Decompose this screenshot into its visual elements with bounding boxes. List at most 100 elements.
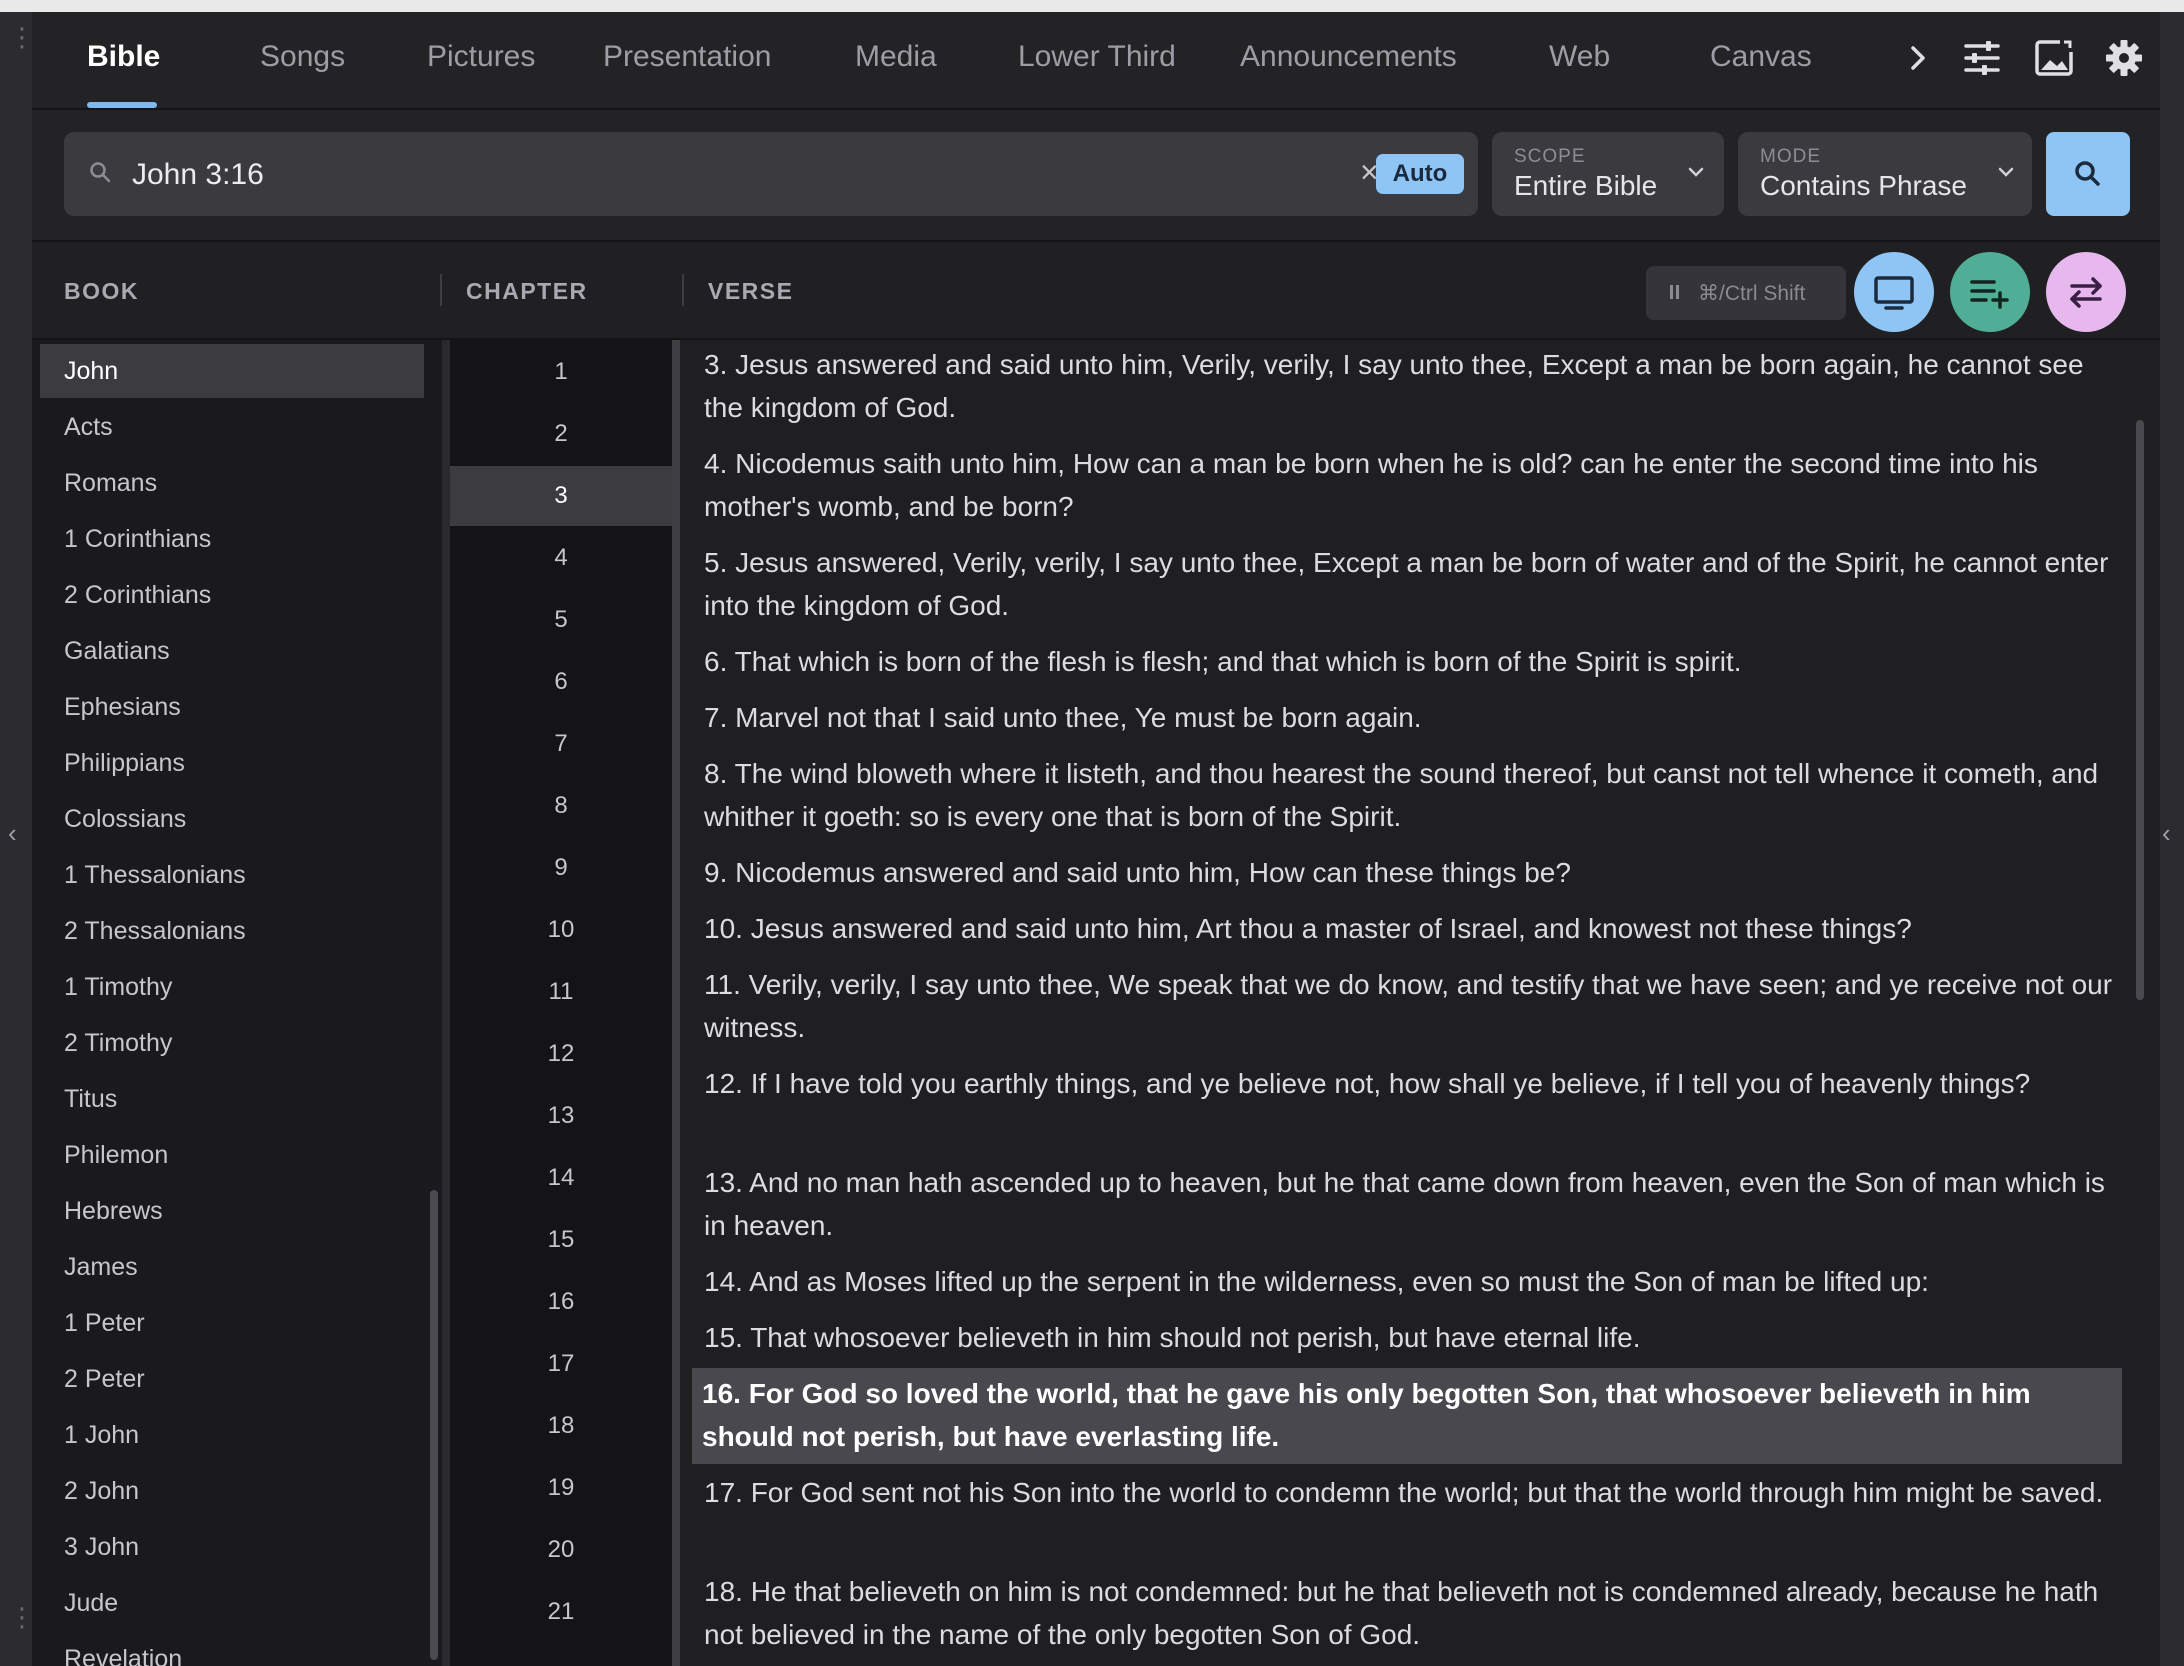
verse-item[interactable]: 6. That which is born of the flesh is fl…: [704, 640, 2124, 683]
chapter-item[interactable]: 1: [450, 342, 672, 402]
tab-presentation[interactable]: Presentation: [603, 40, 771, 74]
book-item[interactable]: Philippians: [40, 736, 424, 790]
chevron-left-icon[interactable]: ‹: [8, 818, 17, 849]
verse-item[interactable]: 5. Jesus answered, Verily, verily, I say…: [704, 541, 2124, 627]
chapter-item[interactable]: 13: [450, 1086, 672, 1146]
book-item[interactable]: 1 Corinthians: [40, 512, 424, 566]
chapter-item[interactable]: 15: [450, 1210, 672, 1270]
verse-list-scrollbar[interactable]: [2136, 420, 2144, 1000]
tab-canvas[interactable]: Canvas: [1710, 40, 1812, 74]
left-collapse-rail[interactable]: ⋮ ‹ ⋮: [0, 12, 35, 1666]
chevron-right-icon[interactable]: [1894, 34, 1942, 82]
sliders-icon[interactable]: [1958, 34, 2006, 82]
verse-item[interactable]: 15. That whosoever believeth in him shou…: [704, 1316, 2124, 1359]
chapter-list-scrollbar[interactable]: [672, 340, 680, 1666]
book-chapter-divider: [442, 340, 450, 1666]
verse-item[interactable]: 7. Marvel not that I said unto thee, Ye …: [704, 696, 2124, 739]
search-button[interactable]: [2046, 132, 2130, 216]
verse-item[interactable]: 11. Verily, verily, I say unto thee, We …: [704, 963, 2124, 1049]
chapter-item[interactable]: 2: [450, 404, 672, 464]
chevron-down-icon: [1688, 167, 1704, 177]
book-item[interactable]: 2 Peter: [40, 1352, 424, 1406]
chapter-item[interactable]: 9: [450, 838, 672, 898]
chapter-item[interactable]: 14: [450, 1148, 672, 1208]
chapter-item[interactable]: 8: [450, 776, 672, 836]
verse-item[interactable]: 4. Nicodemus saith unto him, How can a m…: [704, 442, 2124, 528]
book-item[interactable]: John: [40, 344, 424, 398]
book-item[interactable]: 1 Thessalonians: [40, 848, 424, 902]
book-item[interactable]: 2 Timothy: [40, 1016, 424, 1070]
verse-item[interactable]: 17. For God sent not his Son into the wo…: [704, 1471, 2124, 1514]
book-item[interactable]: Jude: [40, 1576, 424, 1630]
chapter-item[interactable]: 3: [450, 466, 672, 526]
right-collapse-rail[interactable]: ‹: [2160, 12, 2184, 1666]
book-item[interactable]: 2 Corinthians: [40, 568, 424, 622]
chapter-item[interactable]: 12: [450, 1024, 672, 1084]
swap-translation-button[interactable]: [2046, 252, 2126, 332]
book-item[interactable]: 1 John: [40, 1408, 424, 1462]
add-to-playlist-button[interactable]: [1950, 252, 2030, 332]
book-item[interactable]: Philemon: [40, 1128, 424, 1182]
chapter-item[interactable]: 5: [450, 590, 672, 650]
book-item[interactable]: Romans: [40, 456, 424, 510]
chapter-item[interactable]: 20: [450, 1520, 672, 1580]
book-item[interactable]: Hebrews: [40, 1184, 424, 1238]
chapter-item[interactable]: 19: [450, 1458, 672, 1518]
chapter-list[interactable]: 1 2 3 4 5 6 7 8 9 10 11 12 13 14 15 16 17 18 19 20 21: [450, 340, 672, 1666]
book-item[interactable]: 2 John: [40, 1464, 424, 1518]
chapter-item[interactable]: 7: [450, 714, 672, 774]
scope-label: SCOPE: [1514, 146, 1586, 167]
tab-announcements[interactable]: Announcements: [1240, 40, 1457, 74]
search-icon: [2075, 161, 2100, 186]
book-item[interactable]: Titus: [40, 1072, 424, 1126]
book-item[interactable]: 1 Peter: [40, 1296, 424, 1350]
book-item[interactable]: 3 John: [40, 1520, 424, 1574]
chapter-item[interactable]: 10: [450, 900, 672, 960]
book-item[interactable]: 2 Thessalonians: [40, 904, 424, 958]
column-divider: [682, 274, 684, 306]
book-item[interactable]: Ephesians: [40, 680, 424, 734]
book-item[interactable]: Revelation: [40, 1632, 424, 1666]
verse-item[interactable]: 18. He that believeth on him is not cond…: [704, 1570, 2124, 1656]
book-item[interactable]: James: [40, 1240, 424, 1294]
verse-item[interactable]: 3. Jesus answered and said unto him, Ver…: [704, 343, 2124, 429]
tab-lower-third[interactable]: Lower Third: [1018, 40, 1176, 74]
mode-dropdown[interactable]: MODE Contains Phrase: [1738, 132, 2032, 216]
book-item[interactable]: Galatians: [40, 624, 424, 678]
book-item[interactable]: Colossians: [40, 792, 424, 846]
verse-item[interactable]: 16. For God so loved the world, that he …: [692, 1368, 2122, 1464]
book-list-scrollbar[interactable]: [430, 1190, 438, 1660]
verse-item[interactable]: 10. Jesus answered and said unto him, Ar…: [704, 907, 2124, 950]
search-input[interactable]: [130, 150, 1314, 200]
image-display-icon[interactable]: [2030, 34, 2078, 82]
scope-dropdown[interactable]: SCOPE Entire Bible: [1492, 132, 1724, 216]
chapter-item[interactable]: 17: [450, 1334, 672, 1394]
search-box[interactable]: × Auto: [64, 132, 1478, 216]
show-on-screen-button[interactable]: [1854, 252, 1934, 332]
chevron-left-icon[interactable]: ‹: [2162, 818, 2171, 849]
tab-pictures[interactable]: Pictures: [427, 40, 535, 74]
column-header-row: BOOK CHAPTER VERSE ⌘/Ctrl Shift: [32, 242, 2160, 340]
verse-item[interactable]: 14. And as Moses lifted up the serpent i…: [704, 1260, 2124, 1303]
auto-toggle-button[interactable]: Auto: [1376, 154, 1464, 194]
tab-web[interactable]: Web: [1549, 40, 1610, 74]
chapter-item[interactable]: 4: [450, 528, 672, 588]
book-item[interactable]: 1 Timothy: [40, 960, 424, 1014]
chapter-item[interactable]: 18: [450, 1396, 672, 1456]
tab-bible[interactable]: Bible: [87, 40, 160, 74]
chapter-item[interactable]: 6: [450, 652, 672, 712]
tab-songs[interactable]: Songs: [260, 40, 345, 74]
verse-list[interactable]: 3. Jesus answered and said unto him, Ver…: [680, 340, 2160, 1666]
verse-item[interactable]: 9. Nicodemus answered and said unto him,…: [704, 851, 2124, 894]
tab-media[interactable]: Media: [855, 40, 937, 74]
keyboard-shortcut-hint[interactable]: ⌘/Ctrl Shift: [1646, 266, 1846, 320]
chapter-item[interactable]: 16: [450, 1272, 672, 1332]
chapter-item[interactable]: 11: [450, 962, 672, 1022]
gear-icon[interactable]: [2100, 34, 2148, 82]
verse-item[interactable]: 12. If I have told you earthly things, a…: [704, 1062, 2124, 1105]
chapter-item[interactable]: 21: [450, 1582, 672, 1642]
verse-item[interactable]: 8. The wind bloweth where it listeth, an…: [704, 752, 2124, 838]
book-item[interactable]: Acts: [40, 400, 424, 454]
verse-item[interactable]: 13. And no man hath ascended up to heave…: [704, 1161, 2124, 1247]
book-list[interactable]: John Acts Romans 1 Corinthians 2 Corinthians…: [32, 340, 442, 1666]
